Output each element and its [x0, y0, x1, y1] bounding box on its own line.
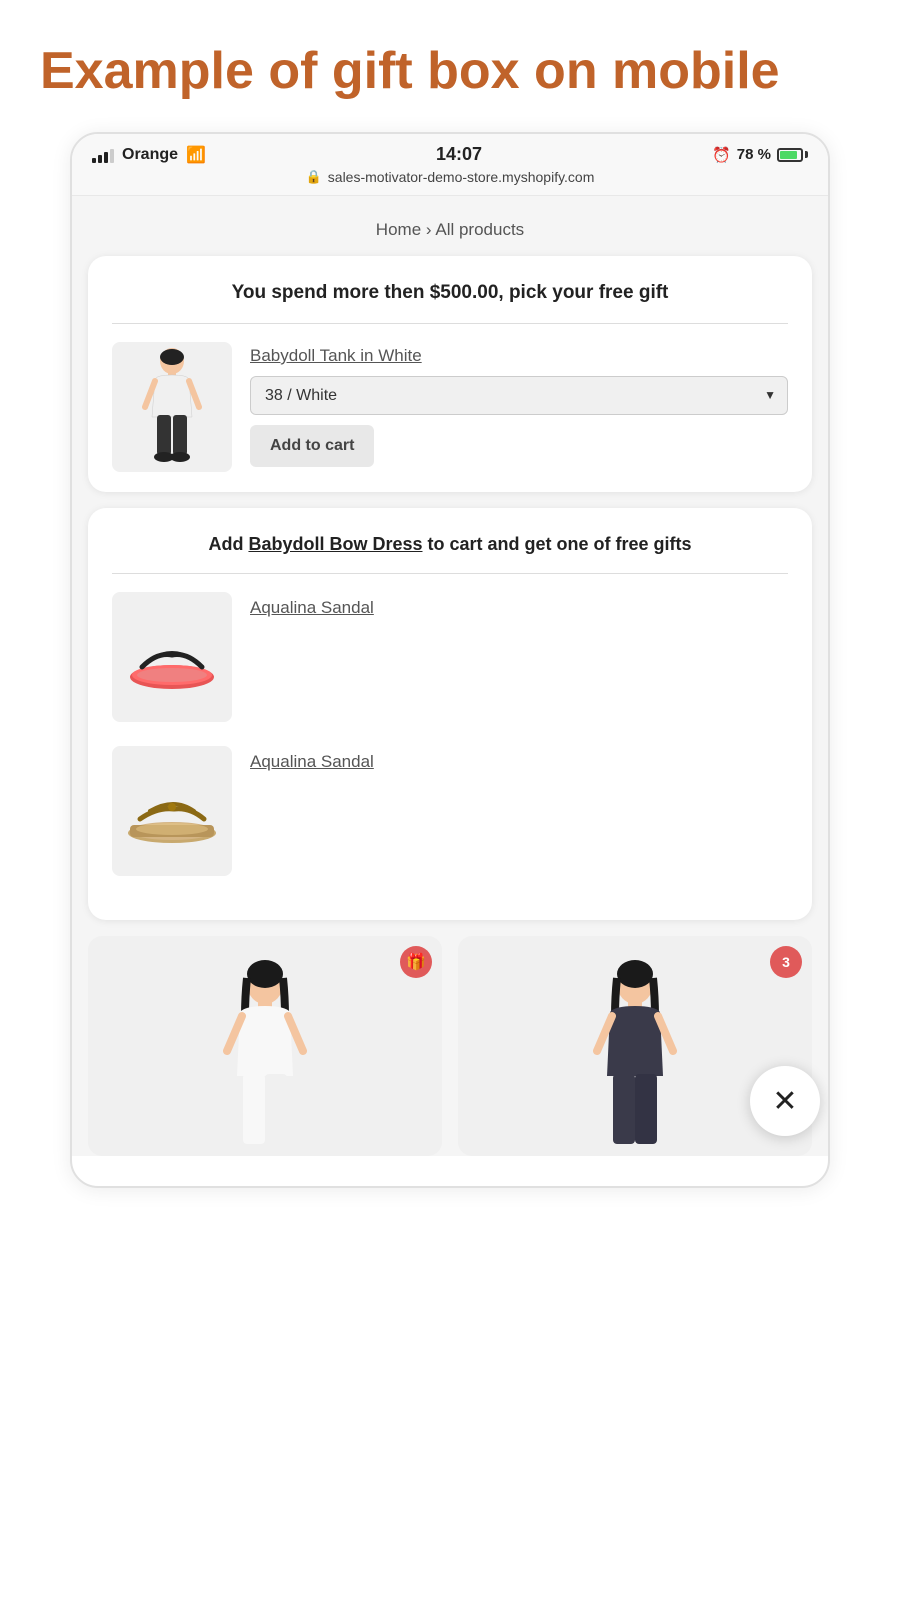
url-bar[interactable]: 🔒 sales-motivator-demo-store.myshopify.c…	[92, 167, 808, 189]
free-gifts-section: Add Babydoll Bow Dress to cart and get o…	[88, 508, 812, 920]
sandal-image-2	[112, 746, 232, 876]
bottom-product-card-1[interactable]: 🎁	[88, 936, 442, 1156]
wifi-icon: 📶	[186, 145, 206, 165]
signal-bars-icon	[92, 147, 114, 163]
add-to-cart-button[interactable]: Add to cart	[250, 425, 374, 467]
status-right: ⏰ 78 %	[712, 146, 808, 164]
alarm-icon: ⏰	[712, 146, 731, 164]
status-left: Orange 📶	[92, 145, 206, 165]
sandal-gold-svg	[122, 771, 222, 851]
breadcrumb-current[interactable]: All products	[435, 220, 524, 239]
status-time: 14:07	[436, 144, 482, 165]
free-gifts-title-start: Add	[208, 534, 248, 554]
breadcrumb-home[interactable]: Home	[376, 220, 421, 239]
bottom-person-1-svg	[195, 956, 335, 1156]
close-button[interactable]: ✕	[750, 1066, 820, 1136]
product-row: Babydoll Tank in White 38 / White Add to…	[112, 342, 788, 472]
breadcrumb-separator: ›	[426, 220, 432, 239]
status-bar: Orange 📶 14:07 ⏰ 78 % 🔒 sales-motivator-…	[72, 134, 828, 196]
breadcrumb: Home › All products	[72, 196, 828, 256]
free-gifts-card: Add Babydoll Bow Dress to cart and get o…	[88, 508, 812, 920]
badge-number: 3	[782, 954, 790, 970]
sandal-image-1	[112, 592, 232, 722]
product-name: Babydoll Tank in White	[250, 346, 788, 366]
browser-content: Home › All products You spend more then …	[72, 196, 828, 1156]
variant-select[interactable]: 38 / White	[250, 376, 788, 415]
num-badge-2: 3	[770, 946, 802, 978]
url-text: sales-motivator-demo-store.myshopify.com	[328, 169, 595, 185]
page-title: Example of gift box on mobile	[40, 40, 860, 102]
sandal-name-1: Aqualina Sandal	[250, 598, 374, 618]
bottom-person-2-svg	[565, 956, 705, 1156]
gift-title: You spend more then $500.00, pick your f…	[112, 280, 788, 324]
gift-badge-1: 🎁	[400, 946, 432, 978]
free-gifts-title: Add Babydoll Bow Dress to cart and get o…	[112, 532, 788, 574]
sandal-info-2: Aqualina Sandal	[250, 746, 374, 772]
sandal-item-1: Aqualina Sandal	[112, 592, 788, 722]
phone-frame: Orange 📶 14:07 ⏰ 78 % 🔒 sales-motivator-…	[70, 132, 830, 1188]
sandal-red-svg	[122, 617, 222, 697]
sandal-name-2: Aqualina Sandal	[250, 752, 374, 772]
lock-icon: 🔒	[306, 169, 322, 185]
carrier-label: Orange	[122, 146, 178, 164]
bottom-products-row: 🎁	[88, 936, 812, 1156]
product-info: Babydoll Tank in White 38 / White Add to…	[250, 342, 788, 467]
gift-box-icon: 🎁	[406, 952, 426, 972]
battery-icon	[777, 148, 808, 162]
gift-section: You spend more then $500.00, pick your f…	[88, 256, 812, 492]
variant-select-wrapper[interactable]: 38 / White	[250, 376, 788, 415]
page-title-area: Example of gift box on mobile	[0, 0, 900, 132]
sandal-item-2: Aqualina Sandal	[112, 746, 788, 876]
product-figure-svg	[127, 347, 217, 467]
product-image	[112, 342, 232, 472]
spend-gift-card: You spend more then $500.00, pick your f…	[88, 256, 812, 492]
battery-percent: 78 %	[737, 146, 771, 163]
sandal-info-1: Aqualina Sandal	[250, 592, 374, 618]
free-gifts-title-end: to cart and get one of free gifts	[423, 534, 692, 554]
free-gifts-title-link[interactable]: Babydoll Bow Dress	[248, 534, 422, 554]
